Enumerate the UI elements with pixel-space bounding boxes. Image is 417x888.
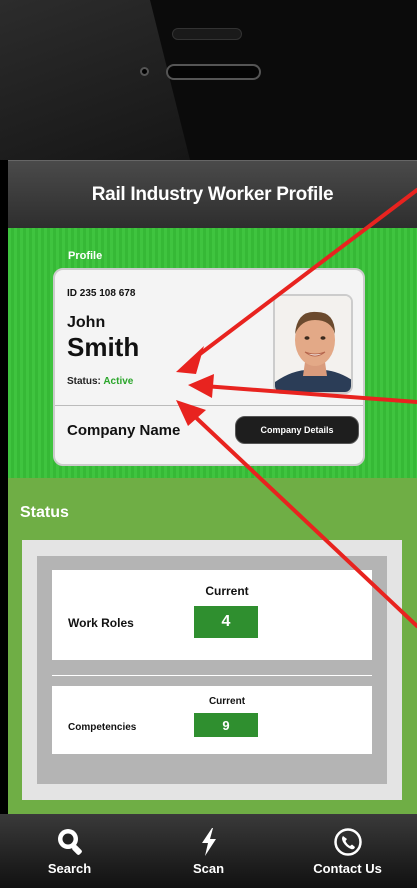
- worker-id-card: ID 235 108 678 John Smith Status: Active…: [53, 268, 365, 466]
- competencies-card[interactable]: Current Competencies 9: [52, 686, 372, 754]
- company-name: Company Name: [67, 422, 181, 439]
- worker-last-name: Smith: [67, 332, 140, 362]
- status-section-title: Status: [20, 504, 69, 521]
- tab-scan[interactable]: Scan: [139, 814, 278, 888]
- front-camera: [140, 67, 149, 76]
- tab-contact-us[interactable]: Contact Us: [278, 814, 417, 888]
- work-roles-label: Work Roles: [68, 616, 134, 630]
- search-icon: [57, 828, 82, 855]
- worker-id: ID 235 108 678: [67, 288, 136, 299]
- work-roles-current-label: Current: [205, 584, 249, 598]
- profile-section-label: Profile: [68, 250, 103, 262]
- worker-photo-image: [275, 296, 351, 392]
- company-details-button[interactable]: Company Details: [235, 416, 359, 444]
- status-section: Status Current Work Roles 4 Current Comp…: [8, 478, 417, 814]
- phone-bezel: [0, 0, 417, 160]
- tab-search-label: Search: [47, 860, 92, 876]
- competencies-count: 9: [194, 713, 258, 737]
- tab-contact-us-label: Contact Us: [313, 860, 382, 876]
- tab-scan-label: Scan: [192, 860, 225, 876]
- status-panel-inner: Current Work Roles 4 Current Competencie…: [37, 556, 387, 784]
- worker-first-name: John: [67, 314, 106, 331]
- work-roles-card[interactable]: Current Work Roles 4: [52, 570, 372, 660]
- app-title: Rail Industry Worker Profile: [91, 183, 334, 205]
- lightning-icon: [201, 827, 216, 856]
- worker-status: Status: Active: [67, 376, 133, 387]
- status-value: Active: [103, 376, 134, 387]
- competencies-current-label: Current: [208, 696, 246, 707]
- tab-search[interactable]: Search: [0, 814, 139, 888]
- bezel-gloss: [0, 0, 190, 160]
- worker-photo: [273, 294, 353, 394]
- status-prefix: Status:: [67, 376, 101, 387]
- status-panel: Current Work Roles 4 Current Competencie…: [22, 540, 402, 800]
- card-divider: [55, 405, 363, 406]
- work-roles-count: 4: [194, 606, 258, 638]
- app-title-bar: Rail Industry Worker Profile: [8, 160, 417, 228]
- top-sensor: [172, 28, 242, 40]
- earpiece-speaker: [166, 64, 261, 80]
- bottom-tab-bar: Search Scan Contact Us: [0, 814, 417, 888]
- profile-section: Profile ID 235 108 678 John Smith Status…: [8, 228, 417, 478]
- competencies-label: Competencies: [68, 722, 137, 733]
- status-separator: [52, 675, 372, 676]
- phone-icon: [333, 827, 362, 856]
